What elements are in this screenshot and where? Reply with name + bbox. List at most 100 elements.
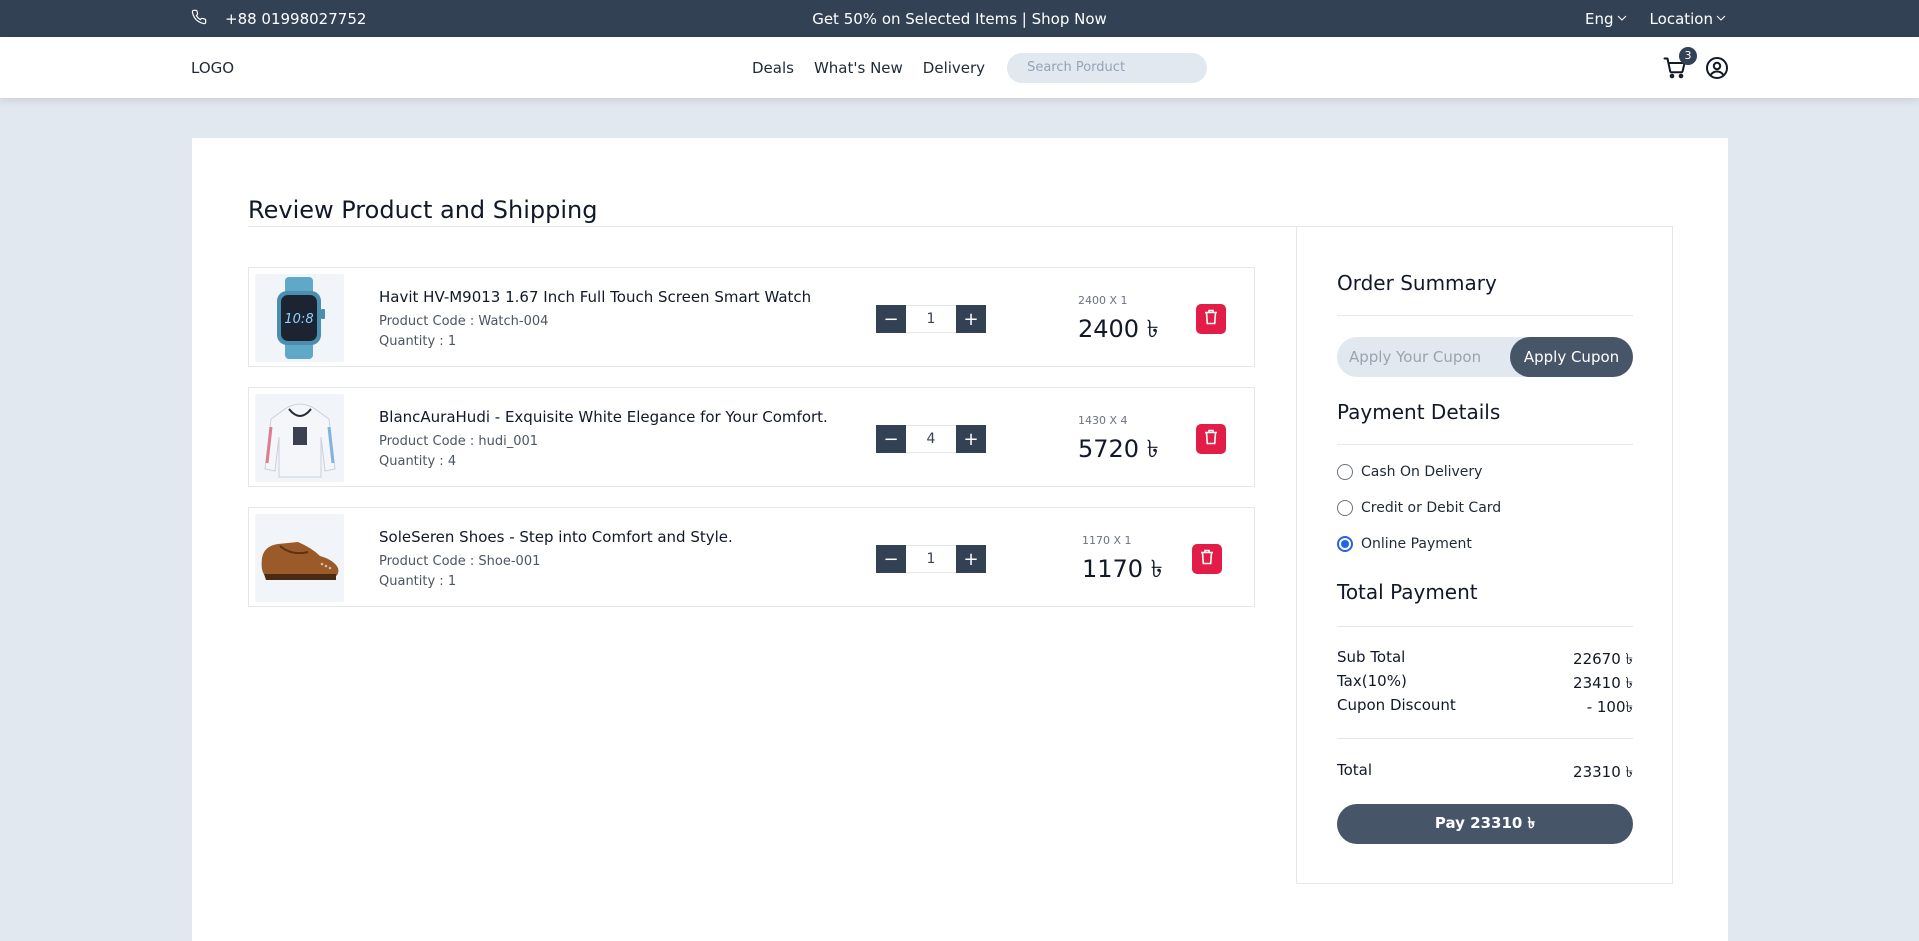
divider xyxy=(1337,444,1633,445)
top-bar: +88 01998027752 Get 50% on Selected Item… xyxy=(0,0,1919,37)
checkout-panel: Review Product and Shipping 10:8 Havit H… xyxy=(192,138,1728,941)
product-name[interactable]: BlancAuraHudi - Exquisite White Elegance… xyxy=(379,408,828,426)
page-title: Review Product and Shipping xyxy=(248,196,598,224)
minus-icon: − xyxy=(883,428,899,450)
line-total: 5720 ৳ xyxy=(1078,435,1159,463)
plus-icon: + xyxy=(963,428,979,450)
decrease-quantity-button[interactable]: − xyxy=(876,425,906,453)
payment-details-title: Payment Details xyxy=(1337,400,1501,424)
phone-number: +88 01998027752 xyxy=(225,9,367,28)
payment-option-cod[interactable]: Cash On Delivery xyxy=(1337,464,1482,480)
shoe-image xyxy=(255,514,344,602)
subtotal-label: Sub Total xyxy=(1337,648,1406,666)
product-name[interactable]: Havit HV-M9013 1.67 Inch Full Touch Scre… xyxy=(379,288,811,306)
coupon-input[interactable] xyxy=(1337,337,1512,377)
product-code: Product Code : Shoe-001 xyxy=(379,554,541,569)
tax-label: Tax(10%) xyxy=(1337,672,1407,690)
discount-value: - 100৳ xyxy=(1586,698,1633,716)
product-name[interactable]: SoleSeren Shoes - Step into Comfort and … xyxy=(379,528,733,546)
payment-option-online[interactable]: Online Payment xyxy=(1337,536,1472,552)
location-dropdown[interactable]: Location xyxy=(1650,10,1727,28)
total-row: Total 23310 ৳ xyxy=(1337,761,1633,786)
discount-row: Cupon Discount - 100৳ xyxy=(1337,696,1633,721)
phone-icon xyxy=(191,9,207,29)
search-input[interactable] xyxy=(1007,52,1208,83)
delete-item-button[interactable] xyxy=(1196,424,1226,454)
quantity-value[interactable]: 1 xyxy=(906,305,956,333)
divider xyxy=(1337,626,1633,627)
total-label: Total xyxy=(1337,761,1373,779)
quantity-stepper: − 1 + xyxy=(876,545,986,573)
tax-value: 23410 ৳ xyxy=(1573,674,1633,692)
main-navbar: LOGO Deals What's New Delivery 3 xyxy=(0,37,1919,98)
increase-quantity-button[interactable]: + xyxy=(956,545,986,573)
account-button[interactable] xyxy=(1705,56,1729,80)
language-label: Eng xyxy=(1585,9,1614,28)
increase-quantity-button[interactable]: + xyxy=(956,305,986,333)
phone-contact[interactable]: +88 01998027752 xyxy=(191,0,366,37)
quantity-stepper: − 4 + xyxy=(876,425,986,453)
chevron-down-icon xyxy=(1616,10,1628,28)
product-quantity: Quantity : 1 xyxy=(379,574,457,589)
delete-item-button[interactable] xyxy=(1192,544,1222,574)
price-calculation: 2400 X 1 xyxy=(1078,294,1128,307)
payment-option-label: Cash On Delivery xyxy=(1361,464,1483,480)
trash-icon xyxy=(1200,549,1214,569)
coupon-form: Apply Cupon xyxy=(1337,337,1633,377)
promo-banner-link[interactable]: Get 50% on Selected Items | Shop Now xyxy=(812,10,1107,28)
price-calculation: 1170 X 1 xyxy=(1082,534,1132,547)
increase-quantity-button[interactable]: + xyxy=(956,425,986,453)
order-summary-panel: Order Summary Apply Cupon Payment Detail… xyxy=(1296,226,1673,884)
pay-button[interactable]: Pay 23310 ৳ xyxy=(1337,804,1633,844)
site-logo[interactable]: LOGO xyxy=(191,37,234,98)
cart-item: BlancAuraHudi - Exquisite White Elegance… xyxy=(248,387,1255,487)
radio-button-selected[interactable] xyxy=(1337,536,1353,552)
quantity-value[interactable]: 4 xyxy=(906,425,956,453)
divider xyxy=(248,226,1298,227)
radio-button[interactable] xyxy=(1337,500,1353,516)
plus-icon: + xyxy=(963,548,979,570)
tax-row: Tax(10%) 23410 ৳ xyxy=(1337,672,1633,697)
cart-icon xyxy=(1663,57,1687,84)
product-quantity: Quantity : 4 xyxy=(379,454,457,469)
smartwatch-image: 10:8 xyxy=(255,274,344,362)
line-total: 1170 ৳ xyxy=(1082,555,1163,583)
nav-link-deals[interactable]: Deals xyxy=(752,59,794,77)
trash-icon xyxy=(1204,429,1218,449)
trash-icon xyxy=(1204,309,1218,329)
line-total: 2400 ৳ xyxy=(1078,315,1159,343)
discount-label: Cupon Discount xyxy=(1337,696,1456,714)
chevron-down-icon xyxy=(1715,10,1727,28)
subtotal-row: Sub Total 22670 ৳ xyxy=(1337,648,1633,673)
product-quantity: Quantity : 1 xyxy=(379,334,457,349)
price-calculation: 1430 X 4 xyxy=(1078,414,1128,427)
payment-option-label: Credit or Debit Card xyxy=(1361,500,1502,516)
hoodie-image xyxy=(255,394,344,482)
total-payment-title: Total Payment xyxy=(1337,580,1478,604)
divider xyxy=(1337,738,1633,739)
plus-icon: + xyxy=(963,308,979,330)
payment-option-label: Online Payment xyxy=(1361,536,1472,552)
quantity-value[interactable]: 1 xyxy=(906,545,956,573)
nav-link-whats-new[interactable]: What's New xyxy=(814,59,903,77)
decrease-quantity-button[interactable]: − xyxy=(876,305,906,333)
product-code: Product Code : Watch-004 xyxy=(379,314,549,329)
location-label: Location xyxy=(1649,9,1713,28)
decrease-quantity-button[interactable]: − xyxy=(876,545,906,573)
subtotal-value: 22670 ৳ xyxy=(1573,650,1633,668)
nav-links: Deals What's New Delivery xyxy=(752,37,1208,98)
user-icon xyxy=(1705,56,1729,84)
quantity-stepper: − 1 + xyxy=(876,305,986,333)
payment-option-card[interactable]: Credit or Debit Card xyxy=(1337,500,1501,516)
cart-item: SoleSeren Shoes - Step into Comfort and … xyxy=(248,507,1255,607)
language-dropdown[interactable]: Eng xyxy=(1585,10,1628,28)
nav-link-delivery[interactable]: Delivery xyxy=(923,59,985,77)
delete-item-button[interactable] xyxy=(1196,304,1226,334)
radio-button[interactable] xyxy=(1337,464,1353,480)
cart-button[interactable]: 3 xyxy=(1663,46,1697,80)
apply-coupon-button[interactable]: Apply Cupon xyxy=(1510,337,1633,377)
minus-icon: − xyxy=(883,308,899,330)
total-value: 23310 ৳ xyxy=(1573,763,1633,781)
divider xyxy=(1337,315,1633,316)
minus-icon: − xyxy=(883,548,899,570)
